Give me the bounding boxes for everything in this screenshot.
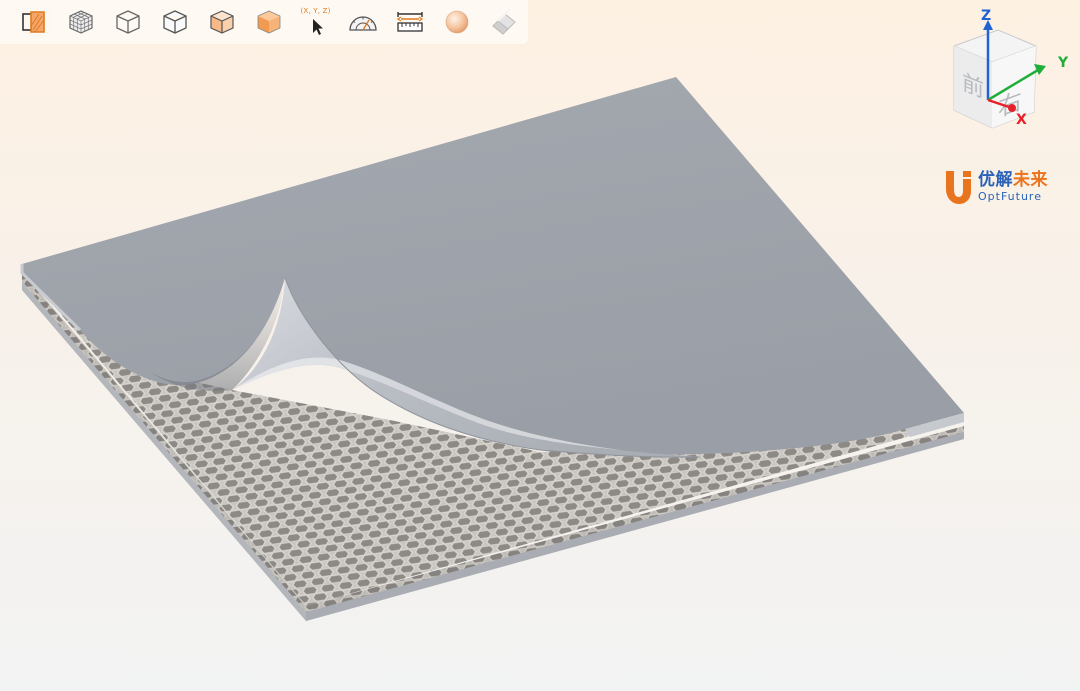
3d-viewport[interactable] [0, 0, 1080, 691]
axis-y-label: Y [1057, 55, 1069, 71]
logo-chinese-name: 优解未来 [978, 170, 1048, 190]
u-logo-icon [946, 171, 971, 204]
axis-z-label: Z [981, 8, 991, 24]
optfuture-logo: 优解未来 OptFuture [942, 166, 1072, 208]
logo-english-name: OptFuture [978, 190, 1042, 203]
view-cube[interactable]: 前 右 Z Y X [940, 0, 1080, 140]
axis-x-label: X [1016, 112, 1027, 128]
